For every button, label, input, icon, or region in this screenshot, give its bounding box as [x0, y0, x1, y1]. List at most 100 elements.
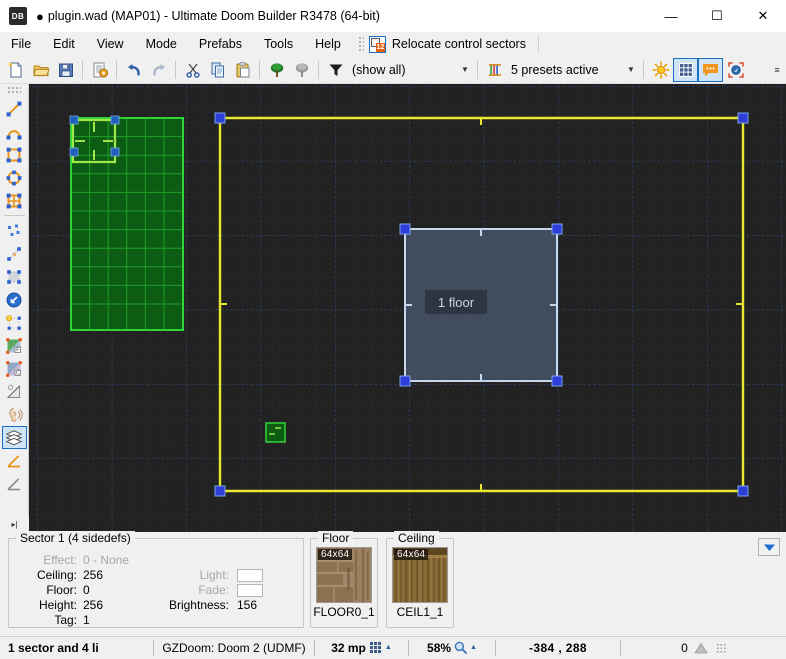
menu-file[interactable]: File [0, 34, 42, 54]
ceiling-texture-preview[interactable]: 64x64 [392, 547, 448, 603]
new-file-icon [8, 62, 21, 77]
cut-button[interactable] [180, 58, 205, 82]
ceiling-texture-size: 64x64 [394, 549, 429, 560]
status-bar: 1 sector and 4 li GZDoom: Doom 2 (UDMF) … [0, 636, 786, 658]
open-map-button[interactable] [28, 58, 53, 82]
map-canvas[interactable]: 1 floor [29, 84, 786, 532]
chevron-down-icon[interactable]: ▼ [457, 65, 473, 74]
relocate-control-sectors-label: Relocate control sectors [391, 37, 526, 51]
floor-texture-group: Floor 64x64 FLOOR0_1 [310, 531, 378, 628]
floor-texture-name: FLOOR0_1 [313, 605, 375, 619]
things-mode[interactable] [2, 288, 27, 311]
presets-value: 5 presets active [511, 62, 599, 77]
draw-lines-tool[interactable] [2, 97, 27, 120]
svg-text:F: F [16, 347, 19, 353]
ceiling-texture-name: CEIL1_1 [396, 605, 444, 619]
vertices-icon [8, 224, 20, 236]
menu-tools[interactable]: Tools [253, 34, 304, 54]
ceiling-align-mode[interactable]: C [2, 357, 27, 380]
menu-view[interactable]: View [86, 34, 135, 54]
draw-ellipse-tool[interactable] [2, 166, 27, 189]
relocate-control-sectors-button[interactable]: 12 Relocate control sectors [366, 33, 533, 55]
status-grid-size[interactable]: 32 mp ▲ [315, 637, 408, 659]
save-disk-icon [58, 63, 73, 77]
linedefs-mode[interactable] [2, 242, 27, 265]
left-toolbar-expand-button[interactable]: ▸| [0, 516, 29, 532]
map-options-button[interactable] [87, 58, 112, 82]
control-sector-small [265, 422, 286, 443]
new-map-button[interactable] [3, 58, 28, 82]
left-toolbar-divider-1 [3, 215, 25, 216]
grid-size-dropdown-icon[interactable]: ▲ [385, 644, 392, 651]
thing-filter-combo[interactable]: (show all) ▼ [348, 60, 473, 80]
menu-prefabs[interactable]: Prefabs [188, 34, 253, 54]
draw-curve-tool[interactable] [2, 120, 27, 143]
presets-combo[interactable]: 5 presets active ▼ [507, 60, 639, 80]
sector-properties-title: Sector 1 (4 sidedefs) [16, 531, 135, 545]
fade-color-swatch[interactable] [237, 584, 263, 597]
sector-3d-floors-mode[interactable] [1, 426, 27, 449]
draw-rectangle-tool[interactable] [2, 143, 27, 166]
copy-button[interactable] [205, 58, 230, 82]
draw-rectangle-icon [6, 147, 22, 162]
left-toolbar: F C ▸| [0, 84, 29, 532]
chevron-down-icon[interactable]: ▼ [623, 65, 639, 74]
toolbar-overflow-button[interactable]: ≡ [770, 56, 784, 83]
floor-label: Floor: [46, 583, 77, 597]
edit-selection-mode[interactable] [2, 311, 27, 334]
brightness-mode[interactable] [2, 380, 27, 403]
presets-icon-button[interactable] [482, 58, 507, 82]
sectors-mode[interactable] [2, 265, 27, 288]
draw-grid-icon [6, 193, 22, 208]
stacked-layers-icon [5, 429, 23, 445]
grid-size-icon[interactable] [369, 642, 381, 653]
toolbar-divider-1 [82, 60, 83, 79]
sound-propagation-mode[interactable] [2, 403, 27, 426]
vertices-mode[interactable] [2, 219, 27, 242]
save-map-button[interactable] [53, 58, 78, 82]
window-controls: — ☐ ✕ [648, 0, 786, 32]
light-color-swatch[interactable] [237, 569, 263, 582]
grid-toggle-button[interactable] [673, 57, 698, 82]
plugin-toolbar-grip[interactable] [356, 35, 364, 53]
grid-icon [678, 62, 693, 77]
maximize-icon[interactable]: ☐ [694, 0, 740, 32]
collapse-panel-button[interactable] [758, 538, 780, 556]
comments-button[interactable] [698, 57, 723, 82]
undo-button[interactable] [121, 58, 146, 82]
draw-grid-tool[interactable] [2, 189, 27, 212]
fade-label: Fade: [198, 583, 229, 597]
copy-pages-icon [211, 62, 224, 77]
thing-filter-icon-button[interactable] [323, 58, 348, 82]
brightness-icon [6, 384, 20, 398]
toolbar-divider-3 [175, 60, 176, 79]
floor-texture-preview[interactable]: 64x64 [316, 547, 372, 603]
status-game-config: GZDoom: Doom 2 (UDMF) [162, 640, 306, 655]
zoom-dropdown-icon[interactable]: ▲ [470, 644, 477, 651]
fit-screen-icon [727, 61, 744, 78]
menu-mode[interactable]: Mode [135, 34, 188, 54]
ceiling-label: Ceiling: [36, 568, 77, 582]
magnifier-icon [454, 641, 467, 654]
minimize-icon[interactable]: — [648, 0, 694, 32]
close-icon[interactable]: ✕ [740, 0, 786, 32]
dynamic-light-button[interactable] [648, 58, 673, 82]
floor-texture-size: 64x64 [318, 549, 353, 560]
hide-things-button[interactable] [289, 58, 314, 82]
slope-mode[interactable] [2, 449, 27, 472]
ceiling-value: 256 [83, 568, 104, 582]
draw-curve-icon [6, 129, 22, 139]
menu-edit[interactable]: Edit [42, 34, 86, 54]
paste-button[interactable] [230, 58, 255, 82]
show-things-button[interactable] [264, 58, 289, 82]
status-zoom[interactable]: 58% ▲ [409, 637, 495, 659]
floor-align-icon: F [6, 337, 22, 354]
slope-gray-mode[interactable] [2, 472, 27, 495]
floor-align-mode[interactable]: F [2, 334, 27, 357]
left-toolbar-grip[interactable] [7, 86, 21, 95]
redo-button[interactable] [146, 58, 171, 82]
window-resize-grip[interactable] [715, 642, 726, 653]
fit-to-screen-button[interactable] [723, 58, 748, 82]
map-geometry[interactable]: 1 floor [29, 84, 786, 532]
menu-help[interactable]: Help [304, 34, 352, 54]
